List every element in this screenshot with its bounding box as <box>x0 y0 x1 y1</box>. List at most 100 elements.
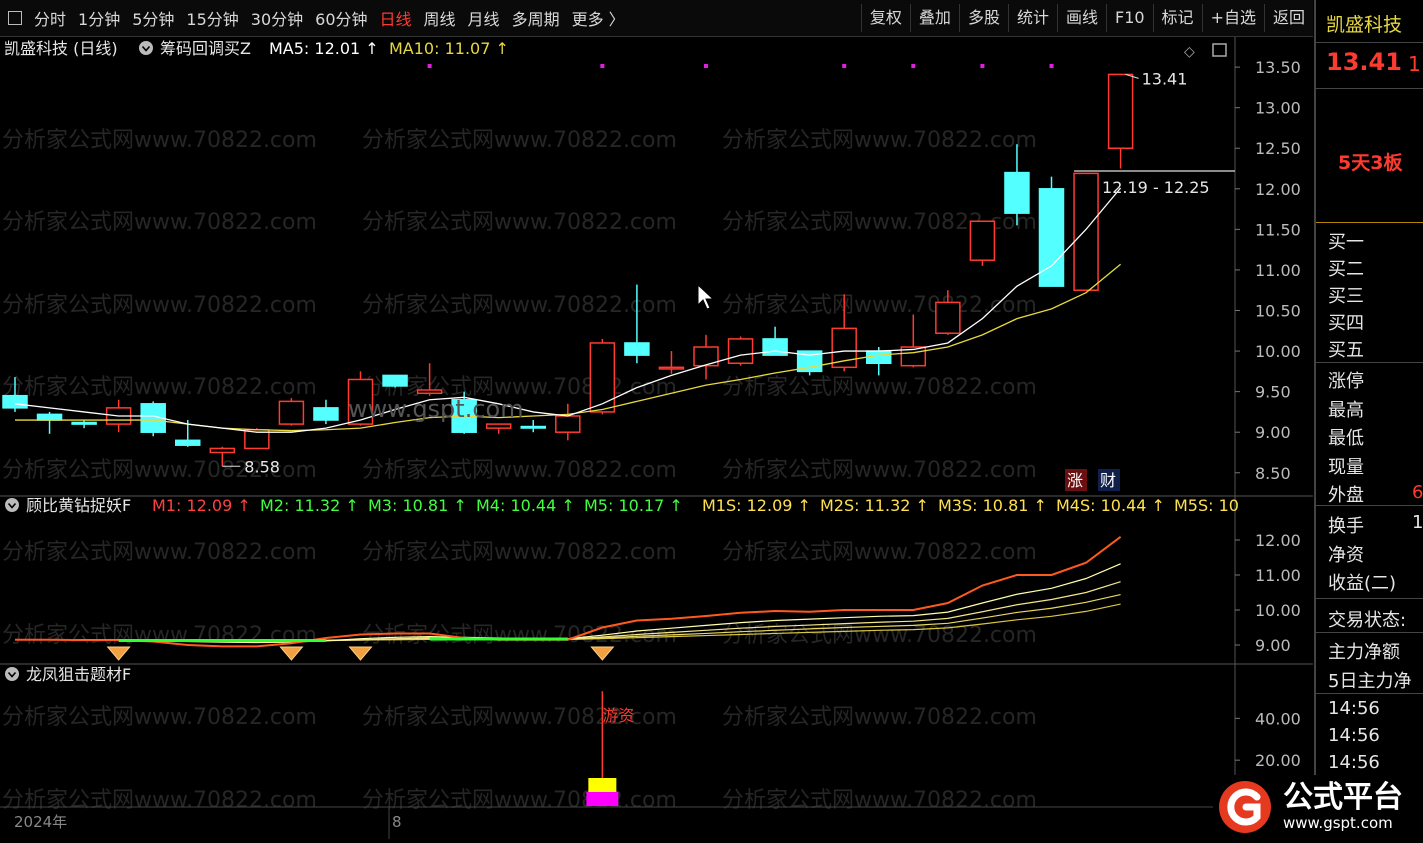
center-watermark: www.gspt.com <box>348 395 524 423</box>
quote-panel: 凯盛科技 13.41 1 5天3板 买一 买二 买三 买四 买五 涨停 最高 最低 现量 外盘 … <box>1314 0 1423 839</box>
guppy-value-3: M4: 10.44 ↑ <box>476 496 575 515</box>
candle-body-0 <box>2 394 28 409</box>
sub1-tick-label-1: 10.00 <box>1255 601 1301 620</box>
period-tab-2[interactable]: 5分钟 <box>126 6 180 30</box>
toolbar-button-6[interactable]: 标记 <box>1152 4 1202 32</box>
current-price: 13.41 <box>1326 48 1402 76</box>
toolbar-button-1[interactable]: 叠加 <box>909 4 959 32</box>
buy-level-1: 买二 <box>1328 259 1364 280</box>
candle-body-6 <box>209 447 236 454</box>
main-tick-label-1: 9.00 <box>1255 423 1291 442</box>
buy-level-0: 买一 <box>1328 232 1364 253</box>
candle-body-18 <box>624 342 650 356</box>
candle-body-12 <box>416 389 443 395</box>
main-tick-label-4: 10.50 <box>1255 302 1301 321</box>
spike-label: 游资 <box>602 706 634 725</box>
panel-toggle-icon[interactable] <box>8 11 22 25</box>
diamond-marker-1 <box>279 646 304 661</box>
main-net: 主力净额 <box>1328 642 1400 663</box>
diamond-marker-3 <box>590 646 615 661</box>
guppy-value-6: M2S: 11.32 ↑ <box>820 496 929 515</box>
spike-bar-magenta <box>586 792 619 806</box>
date-label-year: 2024年 <box>14 813 67 831</box>
guppy-value-4: M5: 10.17 ↑ <box>584 496 683 515</box>
toolbar-button-4[interactable]: 画线 <box>1056 4 1106 32</box>
main-tick-label-5: 11.00 <box>1255 261 1301 280</box>
guppy-value-9: M5S: 10 <box>1174 496 1239 515</box>
main-indicator-chevron-icon <box>139 41 153 55</box>
watermark-text-0-2: 分析家公式网www.70822.com <box>722 128 1037 153</box>
watermark-text-2-2: 分析家公式网www.70822.com <box>722 293 1037 318</box>
spike-bar-yellow <box>588 778 617 792</box>
period-tab-3[interactable]: 15分钟 <box>180 6 244 30</box>
watermark-text-5-1: 分析家公式网www.70822.com <box>362 540 677 565</box>
stat-label-4: 外盘 <box>1328 485 1364 506</box>
candle-body-27 <box>935 301 961 334</box>
toolbar-button-0[interactable]: 复权 <box>860 4 910 32</box>
toolbar-button-8[interactable]: 返回 <box>1263 4 1313 32</box>
watermark-text-7-0: 分析家公式网www.70822.com <box>2 705 317 730</box>
sub1-indicator-chevron-icon <box>5 498 19 512</box>
main-tick-label-9: 13.00 <box>1255 99 1301 118</box>
period-tab-1[interactable]: 1分钟 <box>72 6 126 30</box>
period-tab-10[interactable]: 更多 〉 <box>566 6 631 30</box>
candle-body-21 <box>727 338 754 364</box>
logo-url: www.gspt.com <box>1283 814 1393 832</box>
signal-dot-2 <box>704 64 708 68</box>
period-tab-6[interactable]: 日线 <box>374 6 418 30</box>
window-toggle-icon <box>1212 43 1227 57</box>
candle-body-17 <box>589 342 616 413</box>
period-tab-7[interactable]: 周线 <box>418 6 462 30</box>
period-tab-5[interactable]: 60分钟 <box>309 6 373 30</box>
main-tick-label-10: 13.50 <box>1255 58 1301 77</box>
toolbar-button-2[interactable]: 多股 <box>958 4 1008 32</box>
toolbar-button-7[interactable]: +自选 <box>1201 4 1264 32</box>
candle-body-8 <box>278 400 305 425</box>
watermark-text-8-1: 分析家公式网www.70822.com <box>362 788 677 813</box>
main-tick-label-7: 12.00 <box>1255 180 1301 199</box>
stat2-label-0: 换手 <box>1328 516 1364 537</box>
sub1-tick-label-0: 9.00 <box>1255 636 1291 655</box>
guppy-value-0: M1: 12.09 ↑ <box>152 496 251 515</box>
chart-svg[interactable]: 分析家公式网www.70822.com 分析家公式网www.70822.com 分析… <box>0 37 1313 839</box>
buy-level-4: 买五 <box>1328 340 1364 361</box>
stock-name: 凯盛科技 <box>1326 14 1403 36</box>
main-tick-label-0: 8.50 <box>1255 464 1291 483</box>
diamond-icon: ◇ <box>1184 44 1195 60</box>
ma10-label: MA10: 11.07 ↑ <box>389 39 509 58</box>
candle-body-16 <box>555 415 581 433</box>
main-indicator-name: 筹码回调买Z <box>160 39 251 58</box>
toolbar-button-3[interactable]: 统计 <box>1007 4 1057 32</box>
main-tick-label-2: 9.50 <box>1255 383 1291 402</box>
sub2-indicator-name: 龙凤狙击题材F <box>26 665 131 684</box>
mouse-cursor-icon <box>697 283 715 310</box>
candle-body-32 <box>1107 73 1134 149</box>
signal-dot-3 <box>842 64 847 68</box>
period-tab-8[interactable]: 月线 <box>462 6 506 30</box>
period-tab-0[interactable]: 分时 <box>28 6 72 30</box>
watermark-text-5-0: 分析家公式网www.70822.com <box>2 540 317 565</box>
cai-label: 财 <box>1100 471 1116 490</box>
watermark-layer: 分析家公式网www.70822.com 分析家公式网www.70822.com 分析… <box>2 128 1037 813</box>
main-tick-label-6: 11.50 <box>1255 220 1301 239</box>
price-suffix: 1 <box>1408 52 1421 76</box>
candle-body-28 <box>969 220 996 261</box>
gspt-logo-icon <box>1219 781 1271 833</box>
signal-dot-6 <box>1049 64 1054 68</box>
stat-label-3: 现量 <box>1328 456 1364 478</box>
stat-label-1: 最高 <box>1328 399 1364 421</box>
candle-body-19 <box>658 366 685 370</box>
sub2-tick-label-0: 20.00 <box>1255 751 1301 770</box>
watermark-text-0-1: 分析家公式网www.70822.com <box>362 128 677 153</box>
main-chart: 13.41 8.58 12.19 - 12.25 www.gspt.com 涨 财 ◇ <box>2 43 1235 491</box>
watermark-text-3-0: 分析家公式网www.70822.com <box>2 375 317 400</box>
candle-body-11 <box>382 374 408 387</box>
guppy-value-7: M3S: 10.81 ↑ <box>938 496 1047 515</box>
waipan-value: 6 <box>1412 482 1423 503</box>
period-tab-4[interactable]: 30分钟 <box>245 6 309 30</box>
period-tab-9[interactable]: 多周期 <box>506 6 566 30</box>
main-chart-title: 凯盛科技 (日线) <box>4 39 118 58</box>
trade-state: 交易状态: <box>1328 610 1407 631</box>
toolbar-button-5[interactable]: F10 <box>1105 4 1153 32</box>
sub1-tick-label-3: 12.00 <box>1255 531 1301 550</box>
